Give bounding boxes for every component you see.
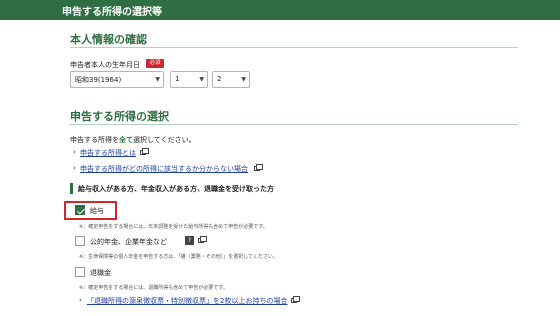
external-window-icon bbox=[198, 236, 207, 243]
page-title: 申告する所得の選択等 bbox=[62, 7, 162, 18]
header-bar: 申告する所得の選択等 bbox=[0, 0, 560, 20]
chevron-down-icon: ▼ bbox=[155, 76, 160, 83]
help-icon[interactable]: ? bbox=[185, 236, 194, 245]
chevron-down-icon: ▼ bbox=[241, 76, 246, 83]
day-value: 2 bbox=[217, 75, 222, 83]
birthdate-label: 申告者本人の生年月日 bbox=[70, 61, 140, 69]
checkbox-retirement[interactable] bbox=[75, 267, 85, 277]
required-badge: 必須 bbox=[146, 59, 164, 68]
group-heading: 給与収入がある方、年金収入がある方、退職金を受け取った方 bbox=[78, 185, 274, 193]
checkbox-label-pension: 公的年金、企業年金など bbox=[90, 238, 167, 246]
era-year-select[interactable]: 昭和39(1964) ▼ bbox=[70, 71, 164, 88]
external-window-icon bbox=[254, 164, 263, 171]
group-heading-bar bbox=[70, 183, 73, 194]
section-title-personal: 本人情報の確認 bbox=[70, 33, 147, 46]
link-multiple-withholding-slips[interactable]: 「退職所得の源泉徴収票・特別徴収票」を2枚以上お持ちの場合 bbox=[87, 296, 287, 306]
era-year-value: 昭和39(1964) bbox=[75, 76, 122, 84]
instruction-emphasis: 全て bbox=[119, 136, 133, 144]
chevron-right-icon: › bbox=[73, 148, 76, 156]
chevron-right-icon: › bbox=[79, 296, 82, 304]
link-unsure-income-type[interactable]: 申告する所得がどの所得に該当するか分からない場合 bbox=[80, 164, 248, 174]
external-window-icon bbox=[140, 148, 149, 155]
section-title-income: 申告する所得の選択 bbox=[70, 110, 169, 123]
note-salary: ※：確定申告をする場合には、年末調整を受けた給与所得も含めて申告が必要です。 bbox=[79, 224, 268, 230]
checkbox-pension[interactable] bbox=[75, 236, 85, 246]
chevron-right-icon: › bbox=[73, 164, 76, 172]
instruction-text: 申告する所得を全て選択してください。 bbox=[70, 135, 196, 145]
instruction-post: 選択してください。 bbox=[133, 136, 196, 144]
link-what-is-income[interactable]: 申告する所得とは bbox=[80, 148, 136, 158]
note-retirement: ※：確定申告をする場合には、退職所得も含めて申告が必要です。 bbox=[79, 285, 228, 291]
instruction-pre: 申告する所得を bbox=[70, 136, 119, 144]
checkbox-salary[interactable] bbox=[75, 205, 85, 215]
note-pension: ※：生命保険等の個人年金を申告する方は、「雑（業務・その他）」を選択してください… bbox=[79, 254, 278, 260]
chevron-down-icon: ▼ bbox=[199, 76, 204, 83]
month-select[interactable]: 1 ▼ bbox=[170, 71, 208, 88]
section-divider bbox=[70, 47, 518, 48]
external-window-icon bbox=[291, 296, 300, 303]
month-value: 1 bbox=[175, 75, 180, 83]
day-select[interactable]: 2 ▼ bbox=[212, 71, 250, 88]
section-divider bbox=[70, 124, 518, 125]
checkbox-label-salary: 給与 bbox=[90, 207, 104, 215]
checkbox-label-retirement: 退職金 bbox=[90, 269, 111, 277]
